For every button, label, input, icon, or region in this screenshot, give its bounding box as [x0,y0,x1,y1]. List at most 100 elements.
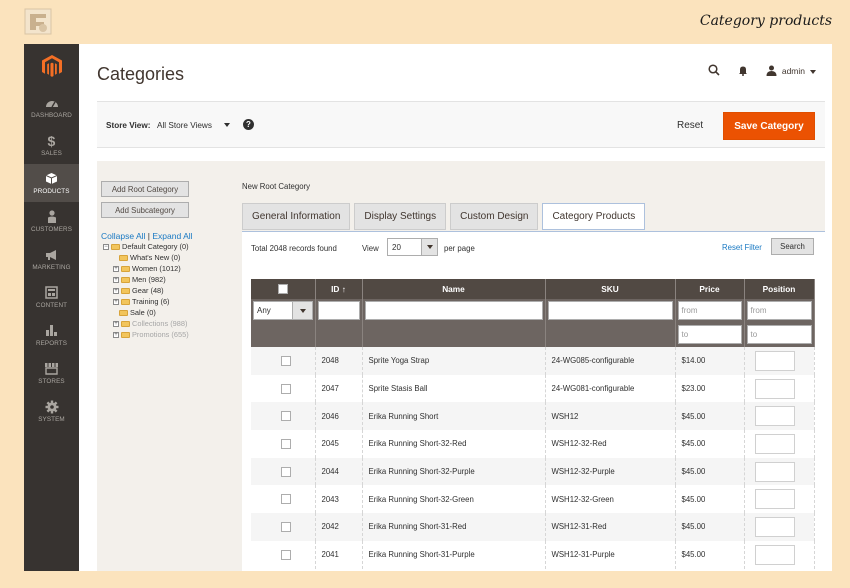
row-select-cell [251,485,316,514]
reset-filter-link[interactable]: Reset Filter [722,243,762,252]
table-row[interactable]: 2043 Erika Running Short-32-Green WSH12-… [251,485,815,514]
row-checkbox[interactable] [280,438,291,449]
column-header-position[interactable]: Position [744,279,815,299]
tree-node[interactable]: + Women (1012) [103,263,189,274]
column-header-price[interactable]: Price [675,279,745,299]
position-input[interactable] [754,489,795,510]
row-checkbox[interactable] [280,549,291,560]
sidebar-item-stores[interactable]: STORES [24,354,79,392]
tree-node[interactable]: What's New (0) [103,252,189,263]
price-to-input[interactable]: to [677,325,742,344]
table-row[interactable]: 2047 Sprite Stasis Ball 24-WG081-configu… [251,374,815,403]
expand-icon[interactable]: + [113,265,119,272]
select-all-checkbox[interactable] [277,284,288,294]
sidebar-item-label: SALES [41,150,62,157]
add-subcategory-button[interactable]: Add Subcategory [101,202,189,218]
position-cell [744,402,815,431]
filter-cell: Any [251,299,316,347]
admin-window: DASHBOARD $ SALES PRODUCTS CUSTOMERS MAR… [24,44,832,571]
tab-general-information[interactable]: General Information [242,203,351,230]
category-tree-panel: Add Root Category Add Subcategory Collap… [97,161,235,571]
position-input[interactable] [754,461,795,482]
row-checkbox[interactable] [280,411,291,422]
magento-logo-icon[interactable] [24,44,79,88]
position-input[interactable] [754,378,795,399]
row-checkbox[interactable] [280,494,291,505]
admin-user-menu[interactable]: admin [766,65,816,78]
position-input[interactable] [754,516,795,537]
sidebar-item-system[interactable]: SYSTEM [24,392,79,430]
table-row[interactable]: 2044 Erika Running Short-32-Purple WSH12… [251,457,815,486]
table-row[interactable]: 2042 Erika Running Short-31-Red WSH12-31… [251,513,815,541]
cell-id: 2048 [315,347,363,375]
table-row[interactable]: 2045 Erika Running Short-32-Red WSH12-32… [251,430,815,458]
name-filter-input[interactable] [364,301,543,320]
position-input[interactable] [754,544,795,565]
sidebar-item-dashboard[interactable]: DASHBOARD [24,88,79,126]
position-input[interactable] [754,406,795,427]
position-input[interactable] [754,433,795,454]
row-checkbox[interactable] [280,355,291,366]
cell-name: Erika Running Short-32-Green [362,485,546,514]
tab-display-settings[interactable]: Display Settings [354,203,447,230]
row-checkbox[interactable] [280,521,291,532]
position-to-input[interactable]: to [746,325,812,344]
store-view-switcher[interactable]: All Store Views [157,121,212,130]
table-row[interactable]: 2046 Erika Running Short WSH12 $45.00 [251,402,815,431]
help-icon[interactable]: ? [243,119,254,130]
filter-cell [362,299,546,347]
expand-icon[interactable]: + [113,287,119,294]
expand-icon[interactable]: + [113,331,119,338]
position-from-input[interactable]: from [746,301,812,320]
sidebar-item-customers[interactable]: CUSTOMERS [24,202,79,240]
position-cell [744,457,815,486]
category-tabs: General Information Display Settings Cus… [242,203,649,230]
column-header-name[interactable]: Name [362,279,546,299]
tree-node-default-category[interactable]: − Default Category (0) [103,241,189,252]
tree-node[interactable]: + Men (982) [103,274,189,285]
add-root-category-button[interactable]: Add Root Category [101,181,189,197]
folder-icon [121,331,130,338]
chevron-down-icon[interactable] [224,123,230,127]
expand-all-link[interactable]: Expand All [152,231,192,241]
tree-node[interactable]: + Collections (988) [103,318,189,329]
position-cell [744,430,815,458]
tab-custom-design[interactable]: Custom Design [450,203,539,230]
table-row[interactable]: 2041 Erika Running Short-31-Purple WSH12… [251,540,815,569]
collapse-all-link[interactable]: Collapse All [101,231,145,241]
sidebar-item-reports[interactable]: REPORTS [24,316,79,354]
table-row[interactable]: 2048 Sprite Yoga Strap 24-WG085-configur… [251,347,815,375]
tree-node[interactable]: + Promotions (655) [103,329,189,340]
save-category-button[interactable]: Save Category [723,112,815,140]
tree-node[interactable]: + Gear (48) [103,285,189,296]
per-page-select[interactable]: 20 [387,238,438,256]
folder-icon [119,309,128,316]
position-input[interactable] [754,350,795,371]
sidebar-item-content[interactable]: CONTENT [24,278,79,316]
column-header-sku[interactable]: SKU [545,279,676,299]
expand-icon[interactable]: + [113,298,119,305]
sku-filter-input[interactable] [547,301,673,320]
id-filter-input[interactable] [317,301,360,320]
search-button[interactable]: Search [771,238,814,255]
expand-icon[interactable]: + [113,276,119,283]
in-category-filter-select[interactable]: Any [253,301,313,320]
select-all-header[interactable] [251,279,316,299]
position-cell [744,347,815,375]
row-checkbox[interactable] [280,466,291,477]
sidebar-item-sales[interactable]: $ SALES [24,126,79,164]
chevron-down-icon [421,239,437,255]
column-header-id[interactable]: ID ↑ [315,279,363,299]
tab-category-products[interactable]: Category Products [542,203,646,230]
reset-button[interactable]: Reset [677,120,703,131]
sidebar-item-products[interactable]: PRODUCTS [24,164,79,202]
row-checkbox[interactable] [280,383,291,394]
expand-icon[interactable]: + [113,320,119,327]
collapse-icon[interactable]: − [103,243,109,250]
tree-node[interactable]: + Training (6) [103,296,189,307]
price-from-input[interactable]: from [677,301,742,320]
search-icon[interactable] [708,64,720,78]
notifications-bell-icon[interactable] [738,65,748,78]
tree-node[interactable]: Sale (0) [103,307,189,318]
sidebar-item-marketing[interactable]: MARKETING [24,240,79,278]
